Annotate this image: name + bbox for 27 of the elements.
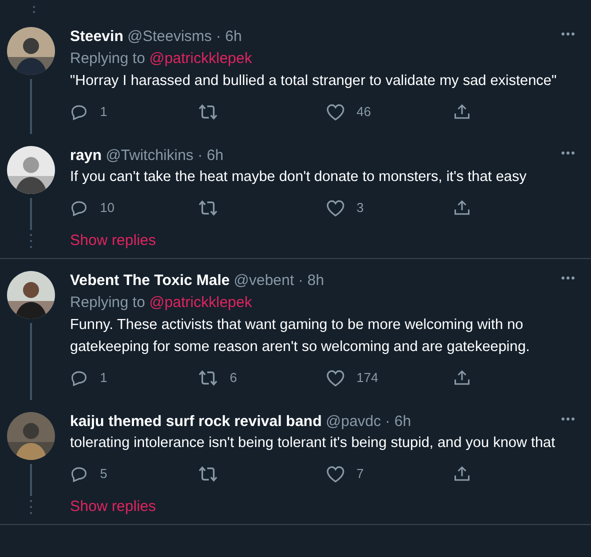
reply-count: 1 xyxy=(100,369,108,388)
handle-time: @Steevisms · 6h xyxy=(127,26,242,47)
mention-link[interactable]: @patrickklepek xyxy=(149,294,252,311)
handle-time: @vebent · 8h xyxy=(234,270,324,291)
handle-time: @Twitchikins · 6h xyxy=(106,146,224,166)
user-name[interactable]: rayn xyxy=(70,144,102,168)
like-count: 7 xyxy=(356,465,364,484)
like-count: 174 xyxy=(356,369,378,388)
user-name[interactable]: Vebent The Toxic Male xyxy=(70,270,230,292)
reply-count: 1 xyxy=(100,103,108,122)
show-replies-link[interactable]: Show replies xyxy=(70,496,156,518)
replying-to: Replying to @patrickklepek xyxy=(70,293,253,313)
handle-time: @pavdc · 6h xyxy=(326,412,412,432)
tweet-text: "Horray I harassed and bullied a total stranger to validate my sad existence" xyxy=(70,72,558,91)
like-count: 3 xyxy=(356,199,364,218)
reply-count: 10 xyxy=(100,199,114,218)
replying-to: Replying to @patrickklepek xyxy=(70,49,253,69)
retweet-count: 6 xyxy=(230,369,237,388)
mention-link[interactable]: @patrickklepek xyxy=(149,50,252,67)
user-name[interactable]: kaiju themed surf rock revival band xyxy=(70,410,322,434)
tweet-text: Funny. These activists that want gaming to be more welcoming with no gatekeeping for some reason aren't so welcoming and are gatekeeping. xyxy=(70,316,531,357)
tweet-text: If you can't take the heat maybe don't donate to monsters, it's that easy xyxy=(70,168,528,187)
tweet-text: tolerating intolerance isn't being tolerant it's being stupid, and you know that xyxy=(70,434,556,453)
reply-count: 5 xyxy=(100,465,108,484)
like-count: 46 xyxy=(356,103,371,122)
user-name[interactable]: Steevin xyxy=(70,26,124,48)
show-replies-link[interactable]: Show replies xyxy=(70,230,156,252)
